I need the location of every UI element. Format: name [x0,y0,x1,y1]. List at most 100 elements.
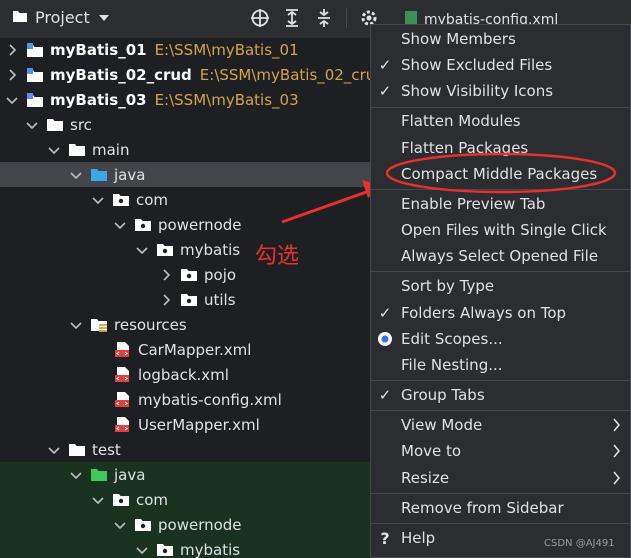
chevron-down-icon[interactable] [92,194,104,206]
package-icon [112,192,130,208]
menu-item-label: Always Select Opened File [401,247,599,265]
annotation-label: 勾选 [255,244,300,269]
menu-item-label: File Nesting... [401,356,503,374]
menu-item-label: View Mode [401,416,483,434]
module-path: E:\SSM\myBatis_02_crud [199,65,385,84]
chevron-down-icon[interactable] [136,544,148,556]
radio-selected-icon [377,330,393,348]
tree-label: logback.xml [138,365,229,384]
menu-item-show-members[interactable]: Show Members [371,26,630,52]
collapse-all-icon[interactable] [314,8,334,28]
tree-label: resources [114,315,187,334]
menu-item-label: Flatten Packages [401,139,529,157]
menu-item-label: Show Members [401,30,516,48]
menu-item-sort-by-type[interactable]: Sort by Type [371,273,630,299]
menu-separator [371,410,630,411]
checkmark-icon: ✓ [378,82,392,100]
watermark: CSDN @AJ491 [544,538,615,549]
tree-label: src [70,115,92,134]
menu-item-label: Help [401,529,436,547]
menu-item-file-nesting[interactable]: File Nesting... [371,352,630,378]
menu-item-group-tabs[interactable]: ✓ Group Tabs [371,382,630,408]
xml-file-icon [114,417,132,433]
chevron-down-icon[interactable] [114,219,126,231]
options-popup-menu: Show Members ✓ Show Excluded Files ✓ Sho… [370,24,631,558]
chevron-down-icon[interactable] [70,319,82,331]
tree-label: myBatis_03 [50,90,147,109]
tree-label: myBatis_02_crud [50,65,192,84]
chevron-down-icon[interactable] [70,469,82,481]
chevron-down-icon[interactable] [70,169,82,181]
menu-item-label: Group Tabs [401,386,485,404]
chevron-down-icon[interactable] [92,494,104,506]
package-icon [112,492,130,508]
menu-item-folders-always-on-top[interactable]: ✓ Folders Always on Top [371,300,630,326]
tree-label: main [92,140,130,159]
menu-separator [371,189,630,190]
module-path: E:\SSM\myBatis_03 [154,90,299,109]
question-mark-icon: ? [380,528,390,548]
tree-label: UserMapper.xml [138,415,260,434]
menu-separator [371,523,630,524]
menu-item-move-to[interactable]: Move to [371,438,630,464]
folder-icon [12,9,28,27]
tree-label: CarMapper.xml [138,340,252,359]
menu-item-remove-from-sidebar[interactable]: Remove from Sidebar [371,495,630,521]
tree-label: com [136,190,169,209]
menu-separator [371,380,630,381]
menu-item-label: Edit Scopes... [401,330,503,348]
menu-item-enable-preview-tab[interactable]: Enable Preview Tab [371,191,630,217]
package-icon [134,217,152,233]
module-folder-icon [26,67,44,83]
menu-item-edit-scopes[interactable]: Edit Scopes... [371,326,630,352]
menu-item-label: Enable Preview Tab [401,195,546,213]
chevron-right-icon[interactable] [6,68,18,81]
menu-item-show-excluded-files[interactable]: ✓ Show Excluded Files [371,52,630,78]
menu-item-compact-middle-packages[interactable]: Compact Middle Packages [371,161,630,187]
tree-label: com [136,490,169,509]
menu-separator [371,493,630,494]
menu-item-always-select-opened-file[interactable]: Always Select Opened File [371,243,630,269]
header-toolbar [250,8,379,28]
module-folder-icon [26,42,44,58]
menu-item-view-mode[interactable]: View Mode [371,412,630,438]
chevron-right-icon[interactable] [6,43,18,56]
chevron-down-icon[interactable] [48,144,60,156]
chevron-right-icon [612,444,621,462]
package-icon [180,267,198,283]
tree-label: pojo [204,265,237,284]
menu-item-flatten-packages[interactable]: Flatten Packages [371,135,630,161]
menu-separator [371,271,630,272]
project-view-selector[interactable]: Project [12,8,111,27]
folder-icon [46,117,64,133]
tree-label: mybatis-config.xml [138,390,282,409]
menu-item-resize[interactable]: Resize [371,465,630,491]
chevron-down-icon[interactable] [136,244,148,256]
chevron-right-icon [612,471,621,489]
menu-item-flatten-modules[interactable]: Flatten Modules [371,108,630,134]
chevron-right-icon[interactable] [160,293,172,306]
chevron-down-icon[interactable] [97,9,111,27]
menu-item-open-files-single-click[interactable]: Open Files with Single Click [371,217,630,243]
chevron-down-icon[interactable] [114,519,126,531]
tree-label: test [92,440,121,459]
package-icon [156,242,174,258]
chevron-right-icon[interactable] [160,268,172,281]
tree-label: java [114,465,146,484]
checkmark-icon: ✓ [378,56,392,74]
package-icon [134,517,152,533]
chevron-down-icon[interactable] [26,119,38,131]
menu-item-label: Move to [401,442,462,460]
tree-label: java [114,165,146,184]
tree-label: powernode [158,215,242,234]
expand-all-icon[interactable] [282,8,302,28]
checkmark-icon: ✓ [378,386,392,404]
folder-icon [68,442,86,458]
menu-item-label: Sort by Type [401,277,495,295]
test-folder-icon [90,467,108,483]
package-icon [156,542,174,558]
crosshair-locate-icon[interactable] [250,8,270,28]
menu-item-show-visibility-icons[interactable]: ✓ Show Visibility Icons [371,78,630,104]
chevron-down-icon[interactable] [48,444,60,456]
chevron-down-icon[interactable] [6,94,18,106]
